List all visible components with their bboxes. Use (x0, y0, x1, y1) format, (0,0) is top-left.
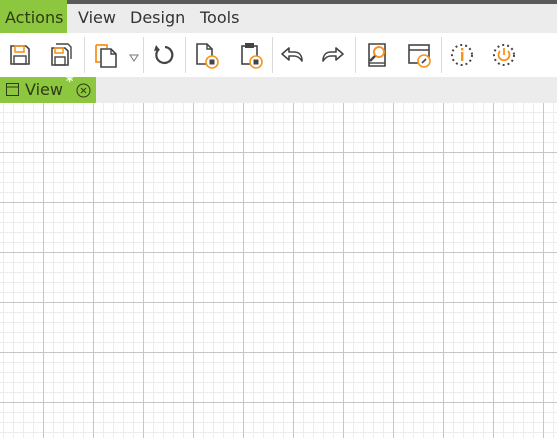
save-button[interactable] (4, 39, 36, 71)
menu-view[interactable]: View (78, 4, 116, 33)
save-as-button[interactable] (46, 39, 78, 71)
toolbar (0, 33, 557, 77)
window-settings-button[interactable] (403, 39, 435, 71)
info-button[interactable] (446, 39, 478, 71)
new-document-button[interactable] (90, 39, 122, 71)
design-canvas[interactable] (0, 103, 557, 438)
power-icon (493, 44, 515, 66)
close-icon[interactable] (76, 83, 91, 98)
search-document-icon (368, 43, 386, 67)
refresh-button[interactable] (148, 39, 180, 71)
dropdown-arrow-icon (129, 54, 139, 62)
export-document-button[interactable] (190, 39, 222, 71)
menu-design[interactable]: Design (130, 4, 185, 33)
window-settings-icon (408, 44, 431, 68)
refresh-icon (154, 45, 174, 65)
undo-icon (281, 47, 303, 62)
export-document-icon (196, 43, 219, 69)
power-button[interactable] (488, 39, 520, 71)
new-document-dropdown[interactable] (128, 49, 140, 62)
toolbar-separator (143, 37, 144, 73)
toolbar-separator (185, 37, 186, 73)
tab-modified-marker: * (66, 74, 74, 90)
redo-button[interactable] (317, 39, 349, 71)
redo-icon (322, 47, 344, 62)
toolbar-separator (441, 37, 442, 73)
search-document-button[interactable] (361, 39, 393, 71)
save-as-icon (51, 43, 72, 66)
toolbar-separator (355, 37, 356, 73)
info-icon (451, 44, 473, 66)
toolbar-separator (272, 37, 273, 73)
window-icon (6, 83, 19, 96)
tab-view[interactable]: View * (0, 74, 96, 103)
clipboard-button[interactable] (234, 39, 266, 71)
menu-actions[interactable]: Actions (0, 4, 67, 33)
undo-button[interactable] (276, 39, 308, 71)
tab-bar: View * (0, 74, 557, 103)
save-icon (10, 45, 30, 65)
menu-tools[interactable]: Tools (200, 4, 239, 33)
toolbar-separator (84, 37, 85, 73)
new-document-icon (95, 44, 117, 68)
clipboard-icon (241, 43, 263, 69)
tab-label: View (25, 80, 63, 99)
menubar: Actions View Design Tools (0, 4, 557, 33)
